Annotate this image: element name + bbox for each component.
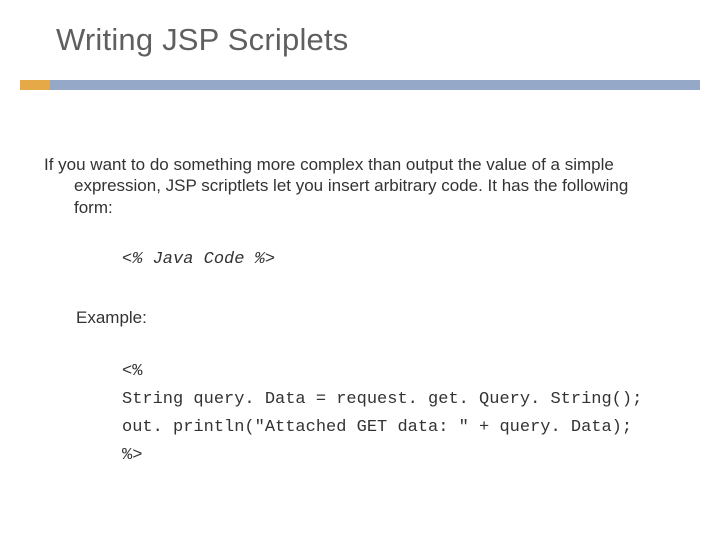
body-paragraph: If you want to do something more complex… — [44, 154, 676, 218]
example-label: Example: — [76, 308, 147, 328]
code-line-4: %> — [122, 446, 142, 465]
divider-bar — [50, 80, 700, 90]
slide: Writing JSP Scriplets If you want to do … — [0, 0, 720, 540]
body-line-2: expression, JSP scriptlets let you inser… — [74, 175, 676, 196]
title-divider — [20, 80, 700, 90]
code-line-3: out. println("Attached GET data: " + que… — [122, 418, 632, 437]
slide-title: Writing JSP Scriplets — [56, 22, 348, 58]
example-code: <% String query. Data = request. get. Qu… — [122, 358, 642, 470]
body-line-1: If you want to do something more complex… — [44, 155, 614, 174]
body-line-3: form: — [74, 197, 676, 218]
accent-bar — [20, 80, 50, 90]
code-line-2: String query. Data = request. get. Query… — [122, 390, 642, 409]
code-line-1: <% — [122, 362, 142, 381]
scriptlet-form: <% Java Code %> — [122, 250, 275, 269]
